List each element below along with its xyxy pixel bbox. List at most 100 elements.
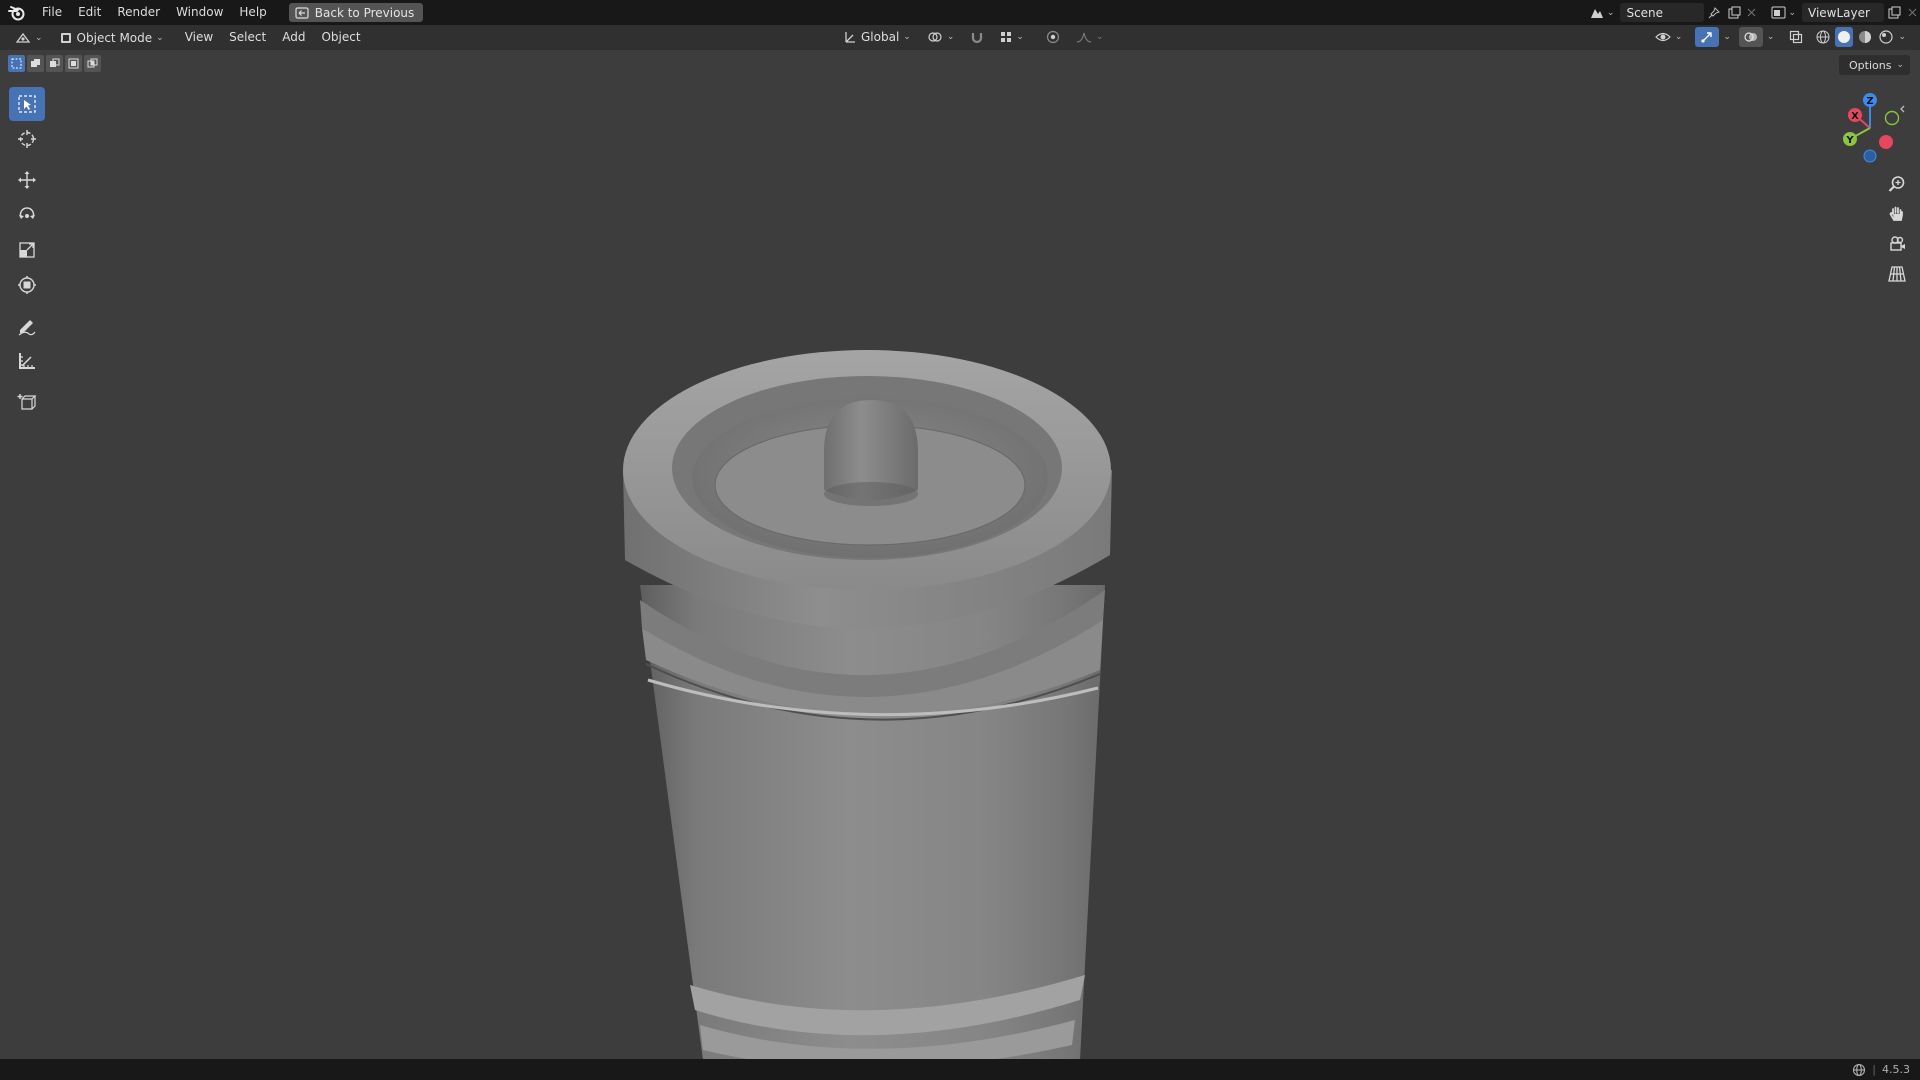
new-view-layer-icon[interactable] (1884, 3, 1904, 22)
shading-chevron-icon[interactable]: ⌄ (1898, 32, 1906, 42)
snap-target-dropdown[interactable]: ⌄ (995, 27, 1029, 47)
zoom-magnifier-icon (1888, 176, 1905, 192)
shading-rendered-button[interactable] (1877, 27, 1895, 47)
shading-solid-button[interactable] (1835, 27, 1854, 47)
menu-file[interactable]: File (34, 0, 70, 25)
select-extend-button[interactable] (27, 55, 44, 72)
editor-type-button[interactable]: ⌄ (10, 28, 48, 48)
tool-annotate[interactable] (9, 309, 45, 343)
menu-render[interactable]: Render (109, 0, 168, 25)
visibility-chevron-icon: ⌄ (1674, 32, 1683, 42)
tool-add-cube[interactable] (9, 385, 45, 419)
tool-shelf (8, 87, 46, 420)
show-gizmo-toggle[interactable] (1695, 27, 1720, 47)
shading-wireframe-button[interactable] (1814, 27, 1832, 47)
zoom-button[interactable] (1884, 172, 1910, 196)
scene-name: Scene (1626, 5, 1664, 20)
camera-view-button[interactable] (1884, 232, 1910, 256)
menu-help[interactable]: Help (231, 0, 274, 25)
rotate-icon (19, 207, 35, 219)
object-mode-icon (60, 32, 71, 43)
scene-icon[interactable] (1587, 3, 1607, 22)
xray-toggle[interactable] (1784, 27, 1808, 47)
back-to-previous-button[interactable]: Back to Previous (288, 3, 424, 22)
shading-material-button[interactable] (1856, 27, 1874, 47)
tool-measure[interactable] (9, 344, 45, 378)
delete-view-layer-icon[interactable] (1904, 3, 1920, 22)
screen-back-icon (295, 6, 309, 19)
gizmo-neg-z-axis[interactable] (1863, 149, 1877, 163)
transform-orientation-dropdown[interactable]: Global ⌄ (838, 27, 916, 47)
select-subtract-button[interactable] (46, 55, 63, 72)
3d-cursor-icon (18, 130, 36, 148)
view-layer-name: ViewLayer (1808, 5, 1870, 20)
header-menu-add[interactable]: Add (274, 25, 313, 50)
network-globe-icon (1853, 1063, 1866, 1076)
gizmo-neg-x-axis[interactable] (1879, 135, 1893, 149)
gizmo-y-label: Y (1845, 135, 1854, 146)
status-bar: | 4.5.3 (0, 1059, 1920, 1080)
tool-move[interactable] (9, 163, 45, 197)
orientation-axes-icon (845, 32, 855, 43)
viewport-navigation (1884, 172, 1910, 286)
camera-icon (1890, 236, 1905, 251)
show-overlays-toggle[interactable] (1738, 27, 1763, 47)
viewport-3d-object[interactable] (560, 330, 1140, 1080)
mode-dropdown[interactable]: Object Mode ⌄ (54, 28, 169, 48)
header-menu-select[interactable]: Select (221, 25, 274, 50)
gizmo-chevron-icon[interactable]: ⌄ (1723, 32, 1731, 42)
top-bar: File Edit Render Window Help Back to Pre… (0, 0, 1920, 25)
select-subtract-icon (50, 58, 60, 67)
tool-scale[interactable] (9, 233, 45, 267)
xray-icon (1790, 30, 1803, 44)
gizmo-icon (1701, 32, 1713, 43)
snap-chevron-icon: ⌄ (1016, 32, 1024, 42)
delete-scene-icon[interactable] (1744, 3, 1758, 22)
tool-cursor[interactable] (9, 122, 45, 156)
gizmo-neg-y-axis[interactable] (1884, 110, 1900, 126)
options-label: Options (1849, 58, 1892, 72)
tool-rotate[interactable] (9, 198, 45, 232)
select-invert-button[interactable] (65, 55, 82, 72)
options-dropdown[interactable]: Options ⌄ (1839, 55, 1910, 75)
pivot-point-dropdown[interactable]: ⌄ (922, 27, 960, 47)
select-extend-icon (31, 59, 40, 67)
snap-toggle[interactable] (965, 27, 989, 47)
view-layer-icon[interactable] (1768, 3, 1788, 22)
overlays-chevron-icon[interactable]: ⌄ (1767, 32, 1775, 42)
scene-name-field[interactable]: Scene (1620, 3, 1705, 22)
snap-increment-icon (1001, 32, 1012, 42)
version-label: 4.5.3 (1882, 1063, 1910, 1076)
magnet-icon (972, 33, 983, 44)
hand-icon (1889, 206, 1903, 221)
back-to-previous-label: Back to Previous (314, 5, 415, 20)
header-menu-view[interactable]: View (177, 25, 221, 50)
header-menu-object[interactable]: Object (313, 25, 368, 50)
scene-dropdown-chevron-icon[interactable]: ⌄ (1607, 8, 1615, 18)
view-layer-name-field[interactable]: ViewLayer (1802, 3, 1884, 22)
gizmo-x-label: X (1851, 111, 1859, 122)
overlays-icon (1744, 32, 1757, 42)
perspective-toggle-button[interactable] (1884, 262, 1910, 286)
add-cube-icon (17, 394, 37, 410)
select-new-button[interactable] (8, 55, 25, 72)
mode-chevron-icon: ⌄ (156, 32, 164, 43)
tool-transform[interactable] (9, 268, 45, 302)
tool-select-box[interactable] (9, 87, 45, 121)
view-layer-dropdown-chevron-icon[interactable]: ⌄ (1788, 8, 1796, 18)
menu-window[interactable]: Window (168, 0, 231, 25)
gizmo-z-label: Z (1866, 96, 1873, 107)
transform-icon (18, 276, 36, 294)
object-visibility-dropdown[interactable]: ⌄ (1650, 27, 1688, 47)
blender-logo-icon[interactable] (0, 0, 34, 25)
new-scene-icon[interactable] (1724, 3, 1744, 22)
pan-button[interactable] (1884, 202, 1910, 226)
select-intersect-button[interactable] (84, 55, 101, 72)
proportional-falloff-dropdown[interactable]: ⌄ (1071, 27, 1109, 47)
menu-edit[interactable]: Edit (70, 0, 109, 25)
navigation-gizmo[interactable]: Z X Y (1832, 88, 1908, 168)
rendered-sphere-icon (1879, 30, 1894, 44)
proportional-editing-toggle[interactable] (1041, 27, 1065, 47)
falloff-curve-icon (1076, 32, 1091, 43)
pin-icon[interactable] (1704, 3, 1724, 22)
